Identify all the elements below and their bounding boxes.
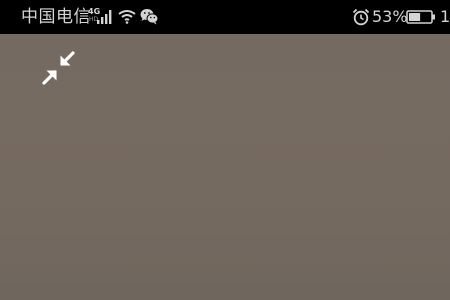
wechat-icon [140,9,159,25]
screen: 中国电信 4G HD 53% 1 [0,0,450,300]
status-bar: 中国电信 4G HD 53% 1 [0,0,450,34]
battery-percentage: 53% [372,7,408,26]
minimize-button[interactable] [40,50,78,86]
clock: 1 [440,7,450,26]
alarm-icon [352,8,370,26]
minimize-icon [42,51,75,85]
battery-icon [406,10,435,24]
wifi-icon [118,10,136,24]
carrier-name: 中国电信 [21,7,91,27]
signal-icon [97,10,112,24]
